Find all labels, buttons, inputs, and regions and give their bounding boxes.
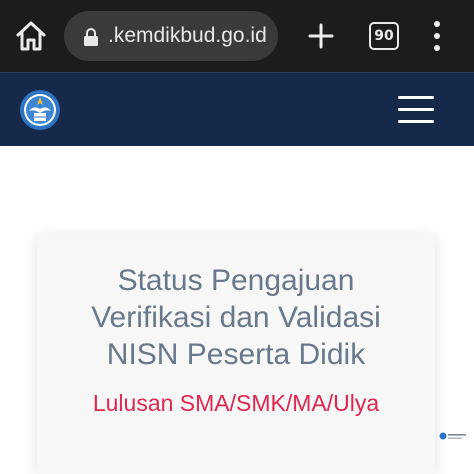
more-vertical-icon[interactable] xyxy=(428,19,446,53)
url-text: .kemdikbud.go.id xyxy=(108,24,267,47)
card-title-line-1: Status Pengajuan xyxy=(117,264,355,297)
card-title: Status Pengajuan Verifikasi dan Validasi… xyxy=(37,262,435,373)
card-subtitle: Lulusan SMA/SMK/MA/Ulya xyxy=(92,390,380,416)
site-header xyxy=(0,72,474,146)
status-card: Status Pengajuan Verifikasi dan Validasi… xyxy=(37,234,435,474)
lock-icon xyxy=(84,28,98,46)
tut-wuri-handayani-logo[interactable] xyxy=(19,89,61,131)
browser-toolbar: .kemdikbud.go.id 90 xyxy=(0,0,474,72)
watermark-logo xyxy=(439,432,466,440)
tab-switcher-button[interactable]: 90 xyxy=(369,22,399,50)
tab-count: 90 xyxy=(374,28,394,44)
card-title-line-3: NISN Peserta Didik xyxy=(106,338,366,371)
hamburger-menu-icon[interactable] xyxy=(398,95,434,125)
card-title-line-2: Verifikasi dan Validasi xyxy=(91,301,381,334)
home-icon[interactable] xyxy=(14,20,48,52)
address-bar[interactable]: .kemdikbud.go.id xyxy=(64,11,278,61)
plus-icon[interactable] xyxy=(306,20,336,52)
